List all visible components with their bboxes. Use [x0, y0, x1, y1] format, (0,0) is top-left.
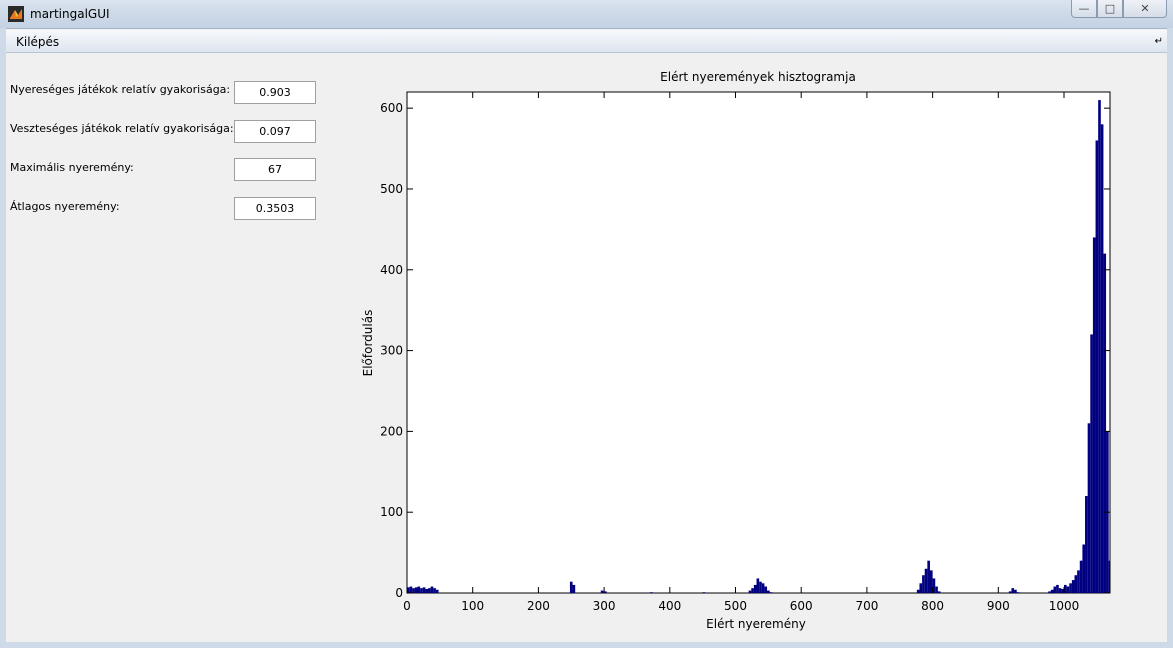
histogram-bar — [756, 578, 760, 593]
histogram-bar — [433, 588, 436, 593]
histogram-bar — [759, 581, 762, 593]
histogram-bar — [572, 584, 576, 593]
histogram-bar — [412, 588, 415, 593]
histogram-bar — [414, 587, 418, 593]
histogram-bar — [1048, 591, 1051, 593]
histogram-bar — [1008, 591, 1012, 593]
plot-area — [406, 91, 1111, 594]
histogram-bar — [417, 586, 421, 593]
y-tick-label: 600 — [380, 101, 403, 115]
histogram-bar — [935, 586, 938, 593]
histogram-bar — [937, 591, 941, 593]
histogram-bar — [1079, 560, 1083, 593]
histogram-bar — [761, 583, 765, 593]
histogram-bar — [1108, 560, 1110, 593]
histogram-bar — [1077, 570, 1080, 593]
y-tick-label: 300 — [380, 344, 403, 358]
histogram-bar — [751, 588, 754, 593]
histogram-bar — [435, 589, 439, 593]
histogram-bar — [922, 575, 925, 593]
histogram-bar — [600, 590, 604, 593]
histogram-bar — [420, 588, 423, 593]
histogram-bar — [702, 592, 706, 593]
histogram-bar — [1087, 423, 1091, 593]
histogram-bar — [1098, 100, 1101, 594]
histogram-bar — [1074, 575, 1078, 593]
histogram-bar — [1103, 253, 1107, 593]
histogram-bar — [422, 587, 426, 593]
histogram-bar — [1050, 589, 1054, 593]
histogram-bar — [1066, 586, 1070, 593]
x-tick-label: 800 — [921, 599, 944, 613]
histogram-bar — [753, 584, 757, 593]
histogram-bar — [1011, 588, 1015, 593]
y-tick-label: 0 — [395, 586, 403, 600]
histogram-bar — [764, 586, 768, 593]
y-tick-label: 500 — [380, 182, 403, 196]
chart-title: Elért nyeremények hisztogramja — [660, 70, 856, 84]
histogram-bar — [1085, 496, 1088, 593]
x-axis-label: Elért nyeremény — [706, 617, 806, 631]
x-tick-label: 0 — [403, 599, 411, 613]
histogram-bar — [569, 581, 573, 593]
histogram-bar — [916, 589, 920, 593]
x-tick-label: 900 — [987, 599, 1010, 613]
histogram-bar — [767, 590, 770, 593]
histogram-chart: Elért nyeremények hisztogramja 0 100 200 30… — [361, 70, 1111, 631]
histogram-bar — [428, 588, 431, 593]
histogram-bar — [769, 592, 773, 593]
histogram-bar — [1053, 586, 1057, 593]
x-tick-label: 700 — [855, 599, 878, 613]
histogram-bar — [409, 586, 413, 593]
x-tick-label: 100 — [461, 599, 484, 613]
y-tick-label: 400 — [380, 263, 403, 277]
histogram-bar — [1058, 588, 1062, 593]
x-tick-label: 300 — [593, 599, 616, 613]
y-tick-label: 100 — [380, 505, 403, 519]
histogram-bar — [1082, 544, 1086, 593]
histogram-bar — [1014, 589, 1017, 593]
histogram-bar — [748, 590, 752, 593]
histogram-bar — [650, 592, 653, 593]
y-tick-label: 200 — [380, 424, 403, 438]
histogram-bar — [1071, 580, 1075, 593]
x-tick-label: 400 — [658, 599, 681, 613]
histogram-bar — [430, 586, 434, 593]
histogram-bar — [1100, 124, 1104, 594]
x-tick-label: 600 — [790, 599, 813, 613]
histogram-bar — [1056, 584, 1059, 593]
x-tick-label: 1000 — [1049, 599, 1080, 613]
histogram-bar — [1090, 334, 1093, 593]
y-axis-label: Előfordulás — [361, 310, 375, 377]
histogram-bar — [1069, 583, 1072, 593]
histogram-bar — [924, 568, 928, 593]
histogram-bar — [1016, 592, 1020, 593]
histogram-bar — [425, 588, 429, 593]
histogram-bar — [919, 583, 923, 593]
x-tick-label: 500 — [724, 599, 747, 613]
histogram-bar — [927, 560, 930, 593]
x-tick-label: 200 — [527, 599, 550, 613]
histogram-bar — [1095, 140, 1099, 593]
histogram-bar — [1092, 237, 1096, 594]
